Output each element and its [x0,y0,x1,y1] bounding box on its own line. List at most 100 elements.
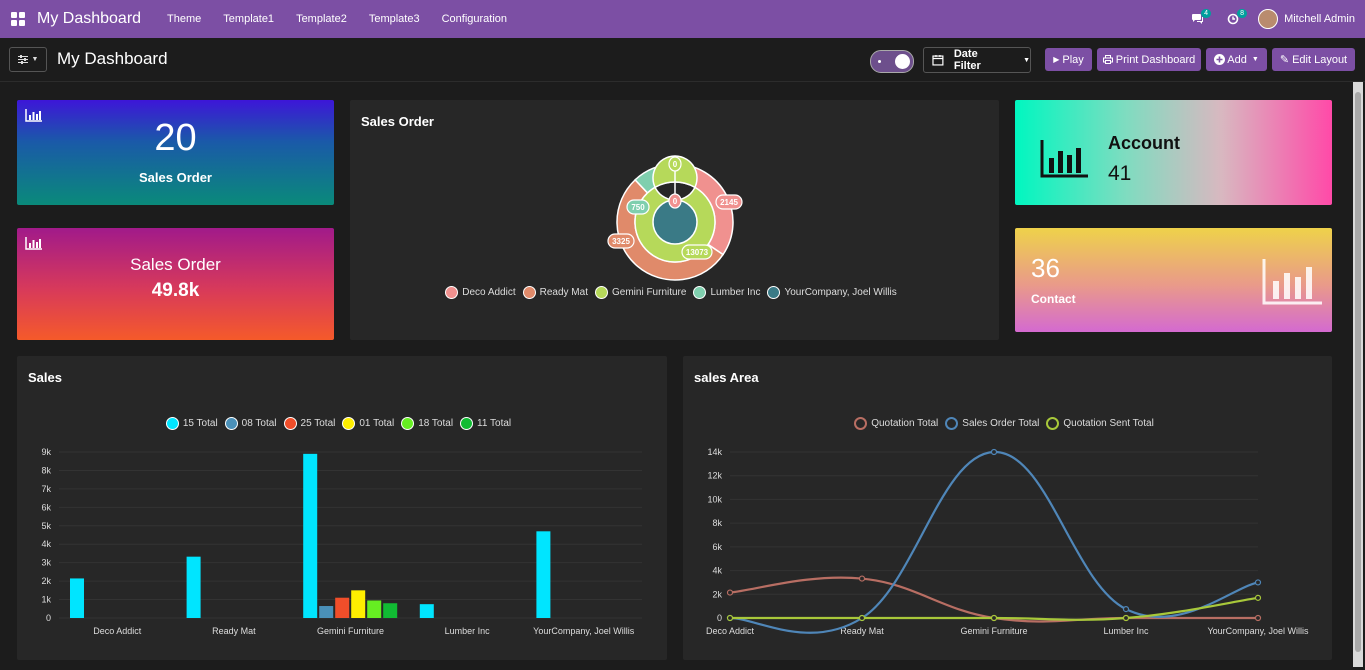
series-line[interactable] [729,450,1259,634]
y-tick-label: 14k [707,447,722,457]
tile-value: 41 [1108,162,1132,185]
y-tick-label: 10k [707,494,722,504]
activities-button[interactable]: 8 [1222,8,1248,30]
play-button[interactable]: ▶ Play [1045,48,1092,71]
legend-swatch [594,286,608,299]
sales-area-line-chart[interactable]: 14k 12k 10k 8k 6k 4k 2k 0 Deco Addict Ready Mat Ge… [683,356,1332,660]
bar[interactable] [303,453,318,618]
menu-template3[interactable]: Template3 [369,13,420,25]
sales-order-chart-panel: Sales Order 0 2145 3325 13073 750 0 Deco Addi… [350,100,999,340]
bar[interactable] [383,603,398,618]
y-tick-label: 6k [712,542,722,552]
tile-sales-order-amount[interactable]: Sales Order 49.8k [17,228,334,340]
bar[interactable] [367,600,382,618]
bar[interactable] [335,597,350,618]
bar[interactable] [186,556,201,618]
svg-text:3325: 3325 [612,237,630,246]
page-scrollbar[interactable] [1353,82,1363,667]
plus-circle-icon [1214,54,1226,65]
messages-button[interactable]: 4 [1186,8,1212,30]
legend-label: Gemini Furniture [611,287,687,298]
tile-label: Sales Order [139,170,212,185]
y-tick-label: 4k [41,539,51,549]
legend-label: Ready Mat [539,287,588,298]
svg-text:750: 750 [631,203,645,212]
legend-label: Lumber Inc [710,287,761,298]
bar-chart-icon [1262,259,1322,305]
tile-account[interactable]: Account 41 [1015,100,1332,205]
svg-text:0: 0 [673,160,678,169]
calendar-icon [932,55,944,66]
y-tick-label: 5k [41,521,51,531]
data-point[interactable] [1254,594,1262,601]
legend-item[interactable]: Lumber Inc [693,286,760,299]
edit-layout-button[interactable]: ✎ Edit Layout [1272,48,1355,71]
sales-area-chart-panel: sales Area Quotation Total Sales Order To… [683,356,1332,660]
theme-toggle[interactable] [870,50,914,73]
sales-bar-chart[interactable]: 9k 8k 7k 6k 5k 4k 3k 2k 1k 0 Deco Addict Ready Mat G… [17,356,667,660]
svg-text:0: 0 [673,197,678,206]
pie-data-label: 13073 [681,244,713,260]
x-tick-label: YourCompany, Joel Willis [533,626,635,636]
sales-chart-panel: Sales 15 Total 08 Total 25 Total 01 Total 18… [17,356,667,660]
sliders-icon [17,55,28,64]
data-point[interactable] [990,448,998,456]
x-tick-label: Gemini Furniture [317,626,384,636]
y-tick-label: 3k [41,558,51,568]
bar[interactable] [70,578,84,618]
y-tick-label: 8k [41,465,51,475]
data-point[interactable] [858,575,866,582]
legend-swatch [767,286,781,299]
bar[interactable] [536,531,551,618]
tile-label: Account [1108,133,1180,153]
pie-data-label: 0 [668,156,682,172]
menu-theme[interactable]: Theme [167,13,201,25]
bar[interactable] [419,604,434,618]
x-tick-label: Gemini Furniture [960,626,1027,636]
data-point[interactable] [1254,579,1262,586]
y-tick-label: 7k [41,484,51,494]
tile-value: 49.8k [151,280,200,301]
menu-template2[interactable]: Template2 [296,13,347,25]
legend-item[interactable]: Gemini Furniture [594,286,687,299]
app-title[interactable]: My Dashboard [37,10,141,28]
x-tick-label: Ready Mat [212,626,256,636]
pie-data-label: 3325 [607,233,635,249]
data-point[interactable] [1254,614,1262,622]
user-name[interactable]: Mitchell Admin [1284,13,1355,25]
data-point[interactable] [1122,614,1130,622]
x-tick-label: YourCompany, Joel Willis [1207,626,1309,636]
apps-menu-icon[interactable] [11,12,25,26]
date-filter-dropdown[interactable]: Date Filter ▼ [923,47,1031,73]
add-dropdown-button[interactable]: Add ▼ [1206,48,1267,71]
bar[interactable] [351,590,366,618]
play-label: Play [1062,53,1084,66]
dashboard-filter-button[interactable]: ▼ [9,47,47,72]
data-point[interactable] [726,614,734,622]
print-dashboard-button[interactable]: Print Dashboard [1097,48,1201,71]
y-tick-label: 2k [712,589,722,599]
legend-swatch [522,286,536,299]
chart-legend: Deco Addict Ready Mat Gemini Furniture Lumb… [350,286,999,299]
legend-item[interactable]: Deco Addict [445,286,516,299]
tile-sales-order-count[interactable]: 20 Sales Order [17,100,334,205]
legend-item[interactable]: Ready Mat [522,286,588,299]
x-tick-label: Lumber Inc [1103,626,1149,636]
data-point[interactable] [990,614,998,622]
bar[interactable] [319,606,334,618]
print-icon [1102,55,1113,64]
sales-order-pie-chart[interactable]: 0 2145 3325 13073 750 0 [350,100,999,340]
data-point[interactable] [858,614,866,622]
y-tick-label: 2k [41,576,51,586]
user-avatar[interactable] [1258,9,1279,29]
data-point[interactable] [726,589,734,596]
menu-configuration[interactable]: Configuration [442,13,507,25]
add-label: Add [1227,53,1247,66]
tile-contact[interactable]: 36 Contact [1015,228,1332,332]
data-point[interactable] [1122,606,1130,613]
y-tick-label: 0 [46,613,51,623]
y-tick-label: 8k [712,518,722,528]
menu-template1[interactable]: Template1 [223,13,274,25]
legend-item[interactable]: YourCompany, Joel Willis [767,286,897,299]
y-tick-label: 4k [712,566,722,576]
